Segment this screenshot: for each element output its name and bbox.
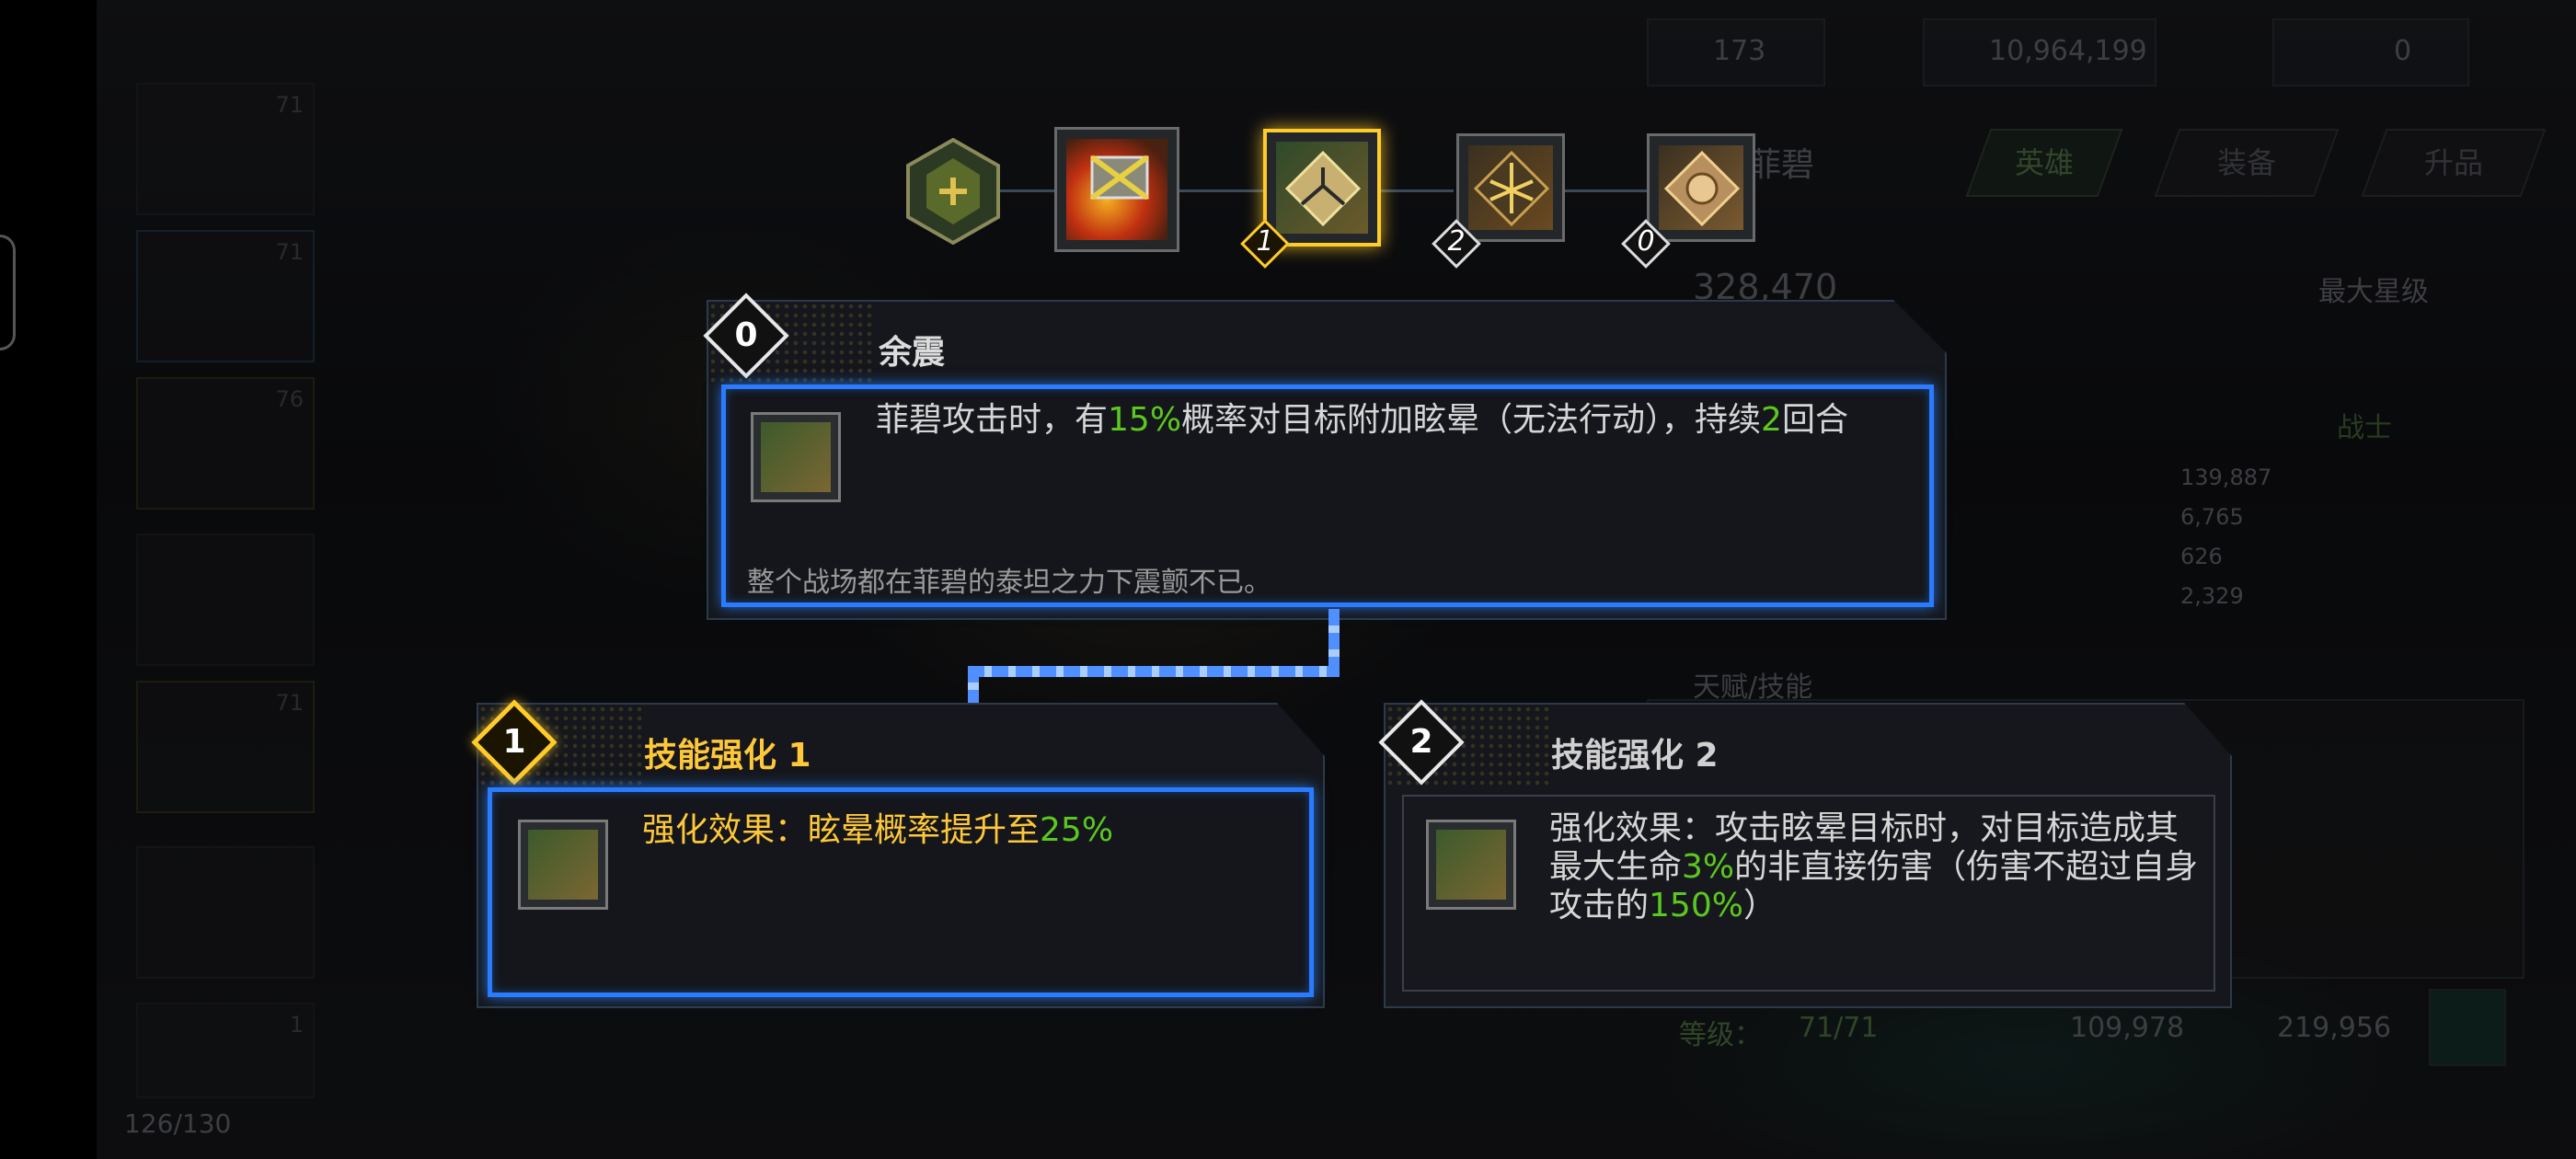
- enhance-2-icon: [1426, 820, 1516, 910]
- left-black-bar: [0, 0, 97, 1159]
- chain-connector: [1178, 189, 1270, 192]
- skill-flavor-text: 整个战场都在菲碧的泰坦之力下震颤不已。: [747, 567, 1271, 599]
- enhance-1-title: 技能强化 1: [644, 737, 811, 775]
- enhance-2-description: 强化效果：攻击眩晕目标时，对目标造成其最大生命3%的非直接伤害（伤害不超过自身攻…: [1549, 809, 2199, 924]
- skill-level-number: 1: [1256, 225, 1274, 258]
- enhance-1-description: 强化效果：眩晕概率提升至25%: [642, 811, 1114, 849]
- enhance-1-icon: [518, 820, 608, 910]
- enhance-2-number: 2: [1409, 723, 1433, 761]
- passive-skill-icon[interactable]: [906, 137, 1000, 246]
- chain-connector: [1380, 189, 1454, 192]
- skill-level-number: 0: [1637, 225, 1655, 258]
- side-handle[interactable]: [0, 235, 16, 350]
- skill-description: 菲碧攻击时，有15%概率对目标附加眩晕（无法行动），持续2回合: [876, 401, 1848, 439]
- enhance-2-title: 技能强化 2: [1551, 737, 1719, 775]
- enhance-1-number: 1: [502, 723, 526, 761]
- skill-thumbnail-icon: [751, 412, 841, 502]
- skill-level-number: 2: [1447, 225, 1466, 258]
- skill-name: 余震: [879, 334, 946, 372]
- chain-connector: [1564, 189, 1647, 192]
- skill-level-number: 0: [734, 316, 758, 354]
- connector-line: [968, 666, 1340, 677]
- ultimate-skill-icon[interactable]: [1054, 127, 1179, 252]
